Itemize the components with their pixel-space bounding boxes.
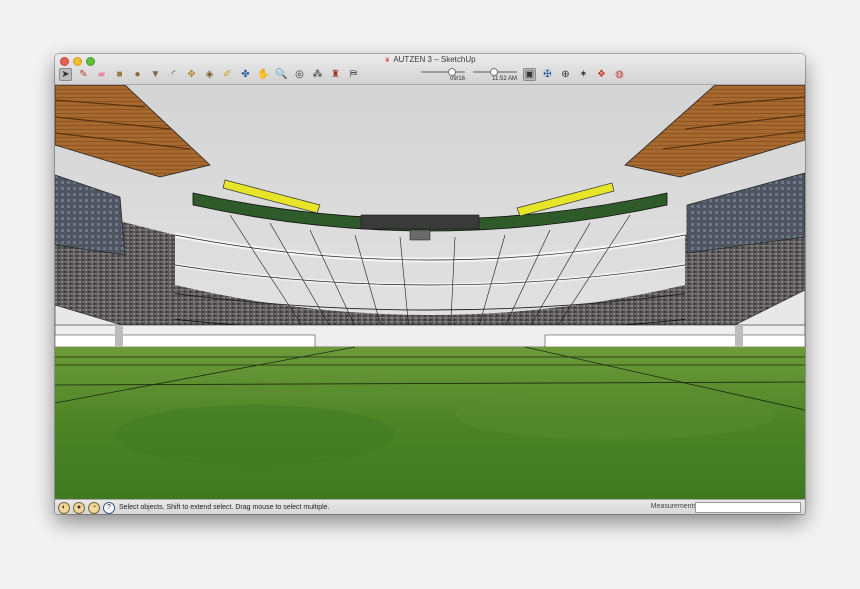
zoom-tool[interactable]: 🔍 — [275, 68, 288, 81]
date-slider[interactable] — [421, 68, 465, 76]
tape-measure-tool[interactable]: ✐ — [221, 68, 234, 81]
title-bar: ❦ AUTZEN 3 – SketchUp ➤ ✎ ▰ ■ ● ▼ ◜ ✥ ◈ ✐ ✤ ✋ 🔍 ◎ ⁂ ♜ ⛿ 0… — [55, 54, 805, 85]
rectangle-icon: ■ — [116, 69, 123, 80]
orbit-icon: ✤ — [241, 69, 250, 80]
circle-icon: ● — [134, 69, 141, 80]
center-box — [409, 229, 431, 241]
pencil-line-tool[interactable]: ✎ — [77, 68, 90, 81]
measurements-label: Measurements — [650, 503, 697, 510]
main-toolbar: ➤ ✎ ▰ ■ ● ▼ ◜ ✥ ◈ ✐ ✤ ✋ 🔍 ◎ ⁂ ♜ ⛿ — [59, 66, 365, 83]
look-around-tool[interactable]: ⊕ — [559, 68, 572, 81]
pencil-line-icon: ✎ — [79, 69, 88, 80]
time-slider-group: 11:52 AM — [473, 68, 517, 82]
eraser-tool[interactable]: ▰ — [95, 68, 108, 81]
move-icon: ✥ — [187, 69, 196, 80]
paint-bucket-icon: ◈ — [205, 69, 214, 80]
rectangle-tool[interactable]: ■ — [113, 68, 126, 81]
push-pull-icon: ▼ — [150, 69, 161, 80]
sketchup-window: ❦ AUTZEN 3 – SketchUp ➤ ✎ ▰ ■ ● ▼ ◜ ✥ ◈ ✐ ✤ ✋ 🔍 ◎ ⁂ ♜ ⛿ 0… — [55, 54, 805, 514]
model-viewport[interactable] — [55, 85, 805, 499]
shadows-icon: ⛿ — [349, 69, 358, 80]
look-around-icon: ⊕ — [561, 69, 570, 80]
arc-tool[interactable]: ◜ — [167, 68, 180, 81]
position-camera-icon: ♜ — [331, 69, 340, 80]
press-box — [360, 214, 480, 230]
extension-warehouse-tool[interactable]: ◍ — [613, 68, 626, 81]
walk-tool[interactable]: ⁂ — [311, 68, 324, 81]
pan-icon: ✋ — [257, 69, 270, 80]
tape-measure-icon: ✐ — [223, 69, 232, 80]
move-tool[interactable]: ✥ — [185, 68, 198, 81]
time-slider-label: 11:52 AM — [492, 76, 517, 82]
date-slider-group: 09/16 — [421, 68, 465, 82]
arc-icon: ◜ — [171, 69, 176, 80]
zoom-extents-tool[interactable]: ◎ — [293, 68, 306, 81]
walk-icon: ⁂ — [312, 69, 323, 80]
extension-warehouse-icon: ◍ — [615, 69, 624, 80]
component-tool[interactable]: ❖ — [595, 68, 608, 81]
secondary-toolbar: ▣ ✠ ⊕ ✶ ❖ ◍ — [523, 66, 631, 83]
fog-icon: ✠ — [543, 69, 552, 80]
window-title-text: AUTZEN 3 – SketchUp — [393, 55, 476, 64]
user-icon[interactable]: ◔ — [88, 501, 100, 514]
date-slider-thumb[interactable] — [447, 68, 456, 76]
position-camera-tool[interactable]: ♜ — [329, 68, 342, 81]
circle-tool[interactable]: ● — [131, 68, 144, 81]
section-plane-icon: ✶ — [579, 69, 588, 80]
window-title: ❦ AUTZEN 3 – SketchUp — [55, 55, 805, 66]
help-icon[interactable]: ? — [103, 501, 115, 514]
status-hint: Select objects. Shift to extend select. … — [119, 504, 330, 511]
push-pull-tool[interactable]: ▼ — [149, 68, 162, 81]
pan-tool[interactable]: ✋ — [257, 68, 270, 81]
time-slider[interactable] — [473, 68, 517, 76]
eraser-icon: ▰ — [97, 69, 106, 80]
component-icon: ❖ — [597, 69, 606, 80]
document-icon: ❦ — [384, 57, 391, 64]
stadium-scene — [55, 85, 805, 499]
style-toggle[interactable]: ▣ — [523, 68, 536, 81]
date-slider-label: 09/16 — [449, 76, 465, 82]
fog-toggle[interactable]: ✠ — [541, 68, 554, 81]
zoom-icon: 🔍 — [275, 69, 288, 80]
select-icon: ➤ — [61, 69, 70, 80]
geo-location-icon[interactable]: ◐ — [58, 501, 70, 514]
section-plane-tool[interactable]: ✶ — [577, 68, 590, 81]
status-bar: ◐ ● ◔ ? Select objects. Shift to extend … — [55, 499, 805, 514]
zoom-extents-icon: ◎ — [295, 69, 304, 80]
time-slider-thumb[interactable] — [490, 68, 499, 76]
paint-bucket-tool[interactable]: ◈ — [203, 68, 216, 81]
orbit-tool[interactable]: ✤ — [239, 68, 252, 81]
style-icon: ▣ — [524, 69, 535, 80]
measurements-input[interactable] — [695, 502, 801, 513]
shadows-toggle[interactable]: ⛿ — [347, 68, 360, 81]
credits-icon[interactable]: ● — [73, 501, 85, 514]
select-tool[interactable]: ➤ — [59, 68, 72, 81]
